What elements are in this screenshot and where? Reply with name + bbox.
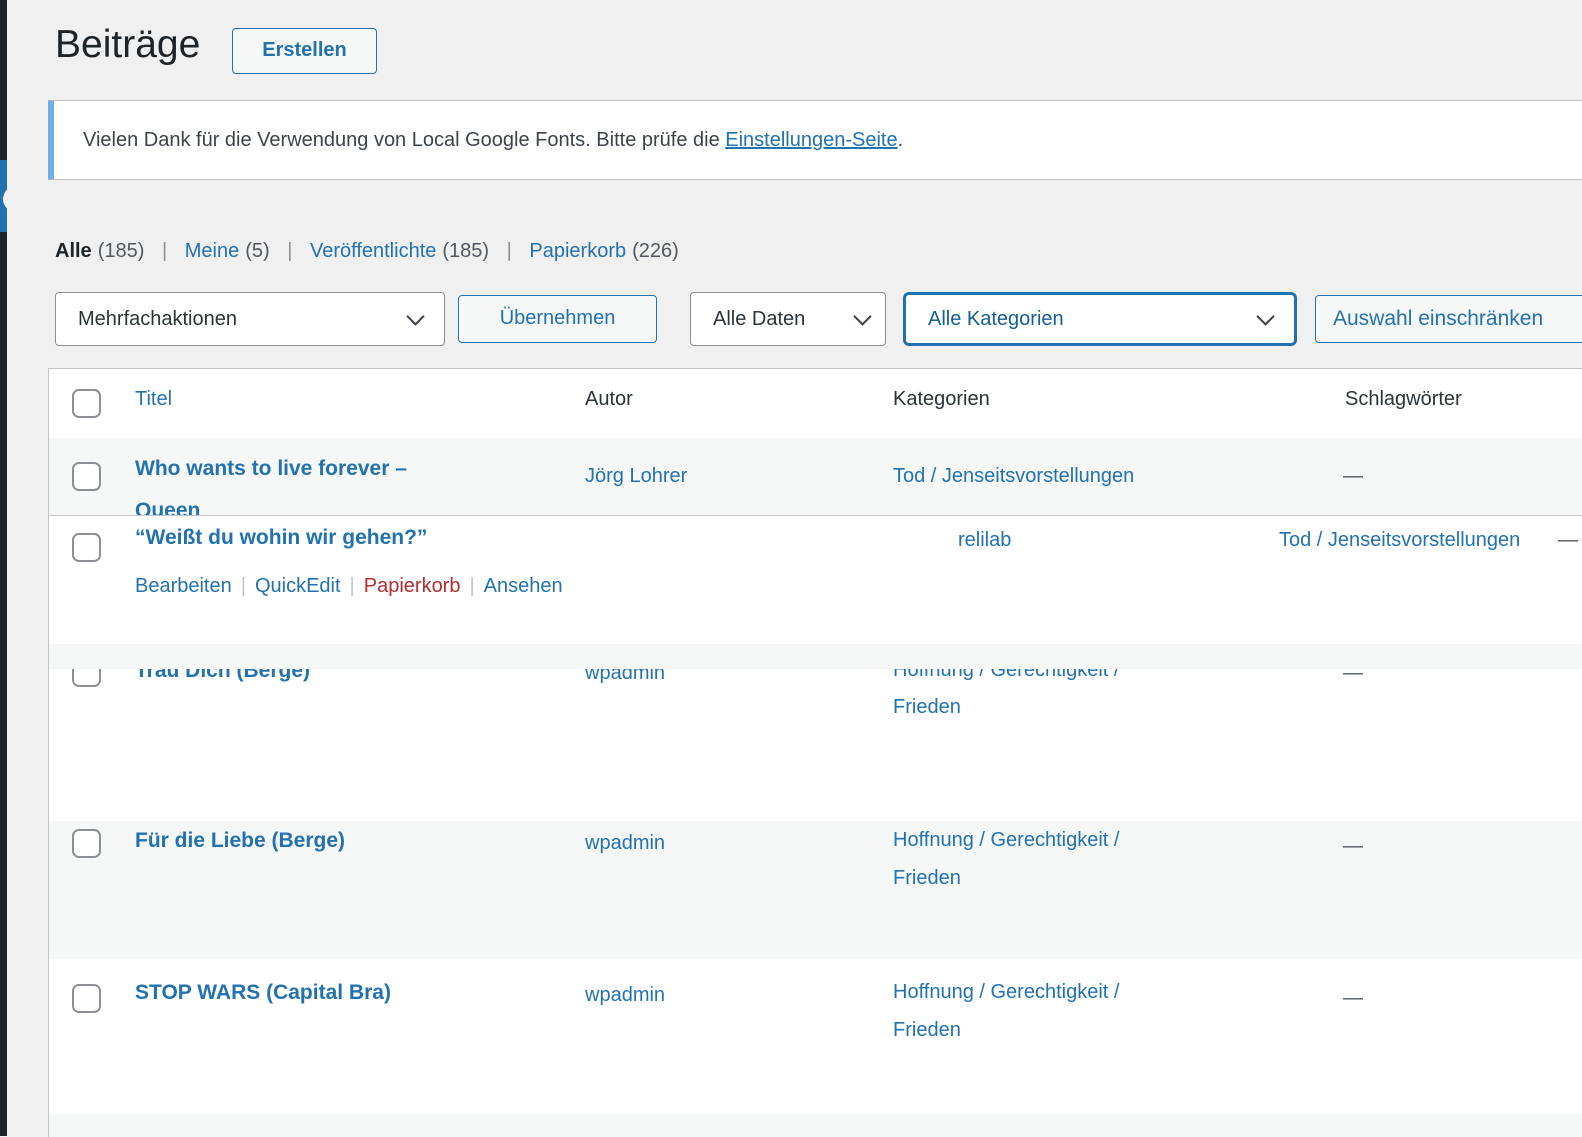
post-title-link[interactable]: “Weißt du wohin wir gehen?”: [135, 526, 427, 550]
table-row: Who wants to live forever – Queen Jörg L…: [49, 438, 1582, 516]
posts-table: Titel Autor Kategorien Schlagwörter Who …: [48, 368, 1582, 1137]
row-checkbox[interactable]: [72, 533, 101, 562]
table-row: STOP WARS (Capital Bra) wpadmin Hoffnung…: [49, 959, 1582, 1114]
chevron-down-icon: [1256, 307, 1274, 325]
settings-page-link[interactable]: Einstellungen-Seite: [725, 129, 897, 151]
filter-separator: |: [287, 240, 292, 262]
table-row: “Weißt du wohin wir gehen?” relilab Tod …: [49, 515, 1582, 644]
filter-meine-count: (5): [245, 240, 269, 262]
admin-menu-edge: [0, 0, 7, 1136]
chevron-down-icon: [406, 307, 424, 325]
apply-button[interactable]: Übernehmen: [458, 295, 657, 343]
row-actions: Bearbeiten | QuickEdit | Papierkorb | Ansehen: [135, 575, 563, 598]
admin-menu-current-notch: [3, 186, 29, 212]
categories-link[interactable]: Hoffnung / Gerechtigkeit /: [893, 829, 1119, 852]
column-header-titel[interactable]: Titel: [135, 388, 172, 411]
notice-message: Vielen Dank für die Verwendung von Local…: [83, 129, 725, 151]
tags-empty: —: [1343, 835, 1363, 858]
chevron-down-icon: [853, 307, 871, 325]
row-checkbox[interactable]: [72, 984, 101, 1013]
bulk-actions-select-value: Mehrfachaktionen: [78, 308, 237, 330]
categories-link[interactable]: Tod / Jenseitsvorstellungen: [893, 465, 1134, 488]
action-ansehen[interactable]: Ansehen: [484, 575, 563, 597]
tags-empty: —: [1558, 529, 1578, 552]
action-separator: |: [469, 575, 474, 597]
author-link[interactable]: Jörg Lohrer: [585, 465, 687, 488]
row-stripe-band: [49, 1114, 1582, 1137]
post-title-link[interactable]: Für die Liebe (Berge): [135, 829, 345, 853]
filter-meine[interactable]: Meine: [185, 240, 239, 262]
filter-separator: |: [507, 240, 512, 262]
column-header-schlagwoerter: Schlagwörter: [1345, 388, 1462, 411]
dates-select-value: Alle Daten: [713, 308, 805, 330]
categories-link-line2[interactable]: Frieden: [893, 867, 961, 890]
categories-link[interactable]: Hoffnung / Gerechtigkeit /: [893, 981, 1119, 1004]
post-title-link[interactable]: Who wants to live forever –: [135, 457, 407, 481]
column-header-autor: Autor: [585, 388, 633, 411]
filter-alle[interactable]: Alle: [55, 240, 92, 262]
author-link[interactable]: wpadmin: [585, 984, 665, 1007]
table-row: Für die Liebe (Berge) wpadmin Hoffnung /…: [49, 821, 1582, 959]
action-bearbeiten[interactable]: Bearbeiten: [135, 575, 232, 597]
table-header-row: Titel Autor Kategorien Schlagwörter: [49, 369, 1582, 439]
bulk-actions-select[interactable]: Mehrfachaktionen: [55, 292, 445, 346]
categories-select-value: Alle Kategorien: [928, 308, 1064, 330]
notice-banner: Vielen Dank für die Verwendung von Local…: [48, 100, 1582, 180]
categories-link-line2[interactable]: Frieden: [893, 1019, 961, 1042]
filter-button[interactable]: Auswahl einschränken: [1315, 295, 1582, 343]
filter-veroeffentlichte[interactable]: Veröffentlichte: [310, 240, 436, 262]
row-stripe-band: [49, 644, 1582, 669]
categories-link-line2[interactable]: Frieden: [893, 696, 961, 719]
dates-select[interactable]: Alle Daten: [690, 292, 886, 346]
author-link[interactable]: relilab: [958, 529, 1011, 552]
post-title-link-line2[interactable]: Queen: [135, 499, 200, 516]
tags-empty: —: [1343, 987, 1363, 1010]
filter-veroeffentlichte-count: (185): [442, 240, 489, 262]
categories-link[interactable]: Tod / Jenseitsvorstellungen: [1279, 529, 1520, 552]
filter-papierkorb-count: (226): [632, 240, 679, 262]
categories-select[interactable]: Alle Kategorien: [903, 292, 1297, 346]
action-separator: |: [241, 575, 246, 597]
page-title: Beiträge: [55, 22, 200, 69]
filter-separator: |: [162, 240, 167, 262]
notice-text: Vielen Dank für die Verwendung von Local…: [54, 129, 903, 152]
column-header-kategorien: Kategorien: [893, 388, 990, 411]
row-checkbox[interactable]: [72, 462, 101, 491]
tags-empty: —: [1343, 465, 1363, 488]
status-filters: Alle (185) | Meine (5) | Veröffentlichte (1…: [55, 240, 679, 263]
action-papierkorb[interactable]: Papierkorb: [364, 575, 461, 597]
create-post-button[interactable]: Erstellen: [232, 28, 377, 74]
select-all-checkbox[interactable]: [72, 389, 101, 418]
table-row: Trau Dich (Berge) wpadmin Hoffnung / Ger…: [49, 644, 1582, 821]
filter-alle-count: (185): [98, 240, 145, 262]
action-quickedit[interactable]: QuickEdit: [255, 575, 341, 597]
post-title-link[interactable]: STOP WARS (Capital Bra): [135, 981, 391, 1005]
filter-papierkorb[interactable]: Papierkorb: [529, 240, 626, 262]
action-separator: |: [350, 575, 355, 597]
row-checkbox[interactable]: [72, 829, 101, 858]
author-link[interactable]: wpadmin: [585, 832, 665, 855]
notice-suffix: .: [898, 129, 904, 151]
